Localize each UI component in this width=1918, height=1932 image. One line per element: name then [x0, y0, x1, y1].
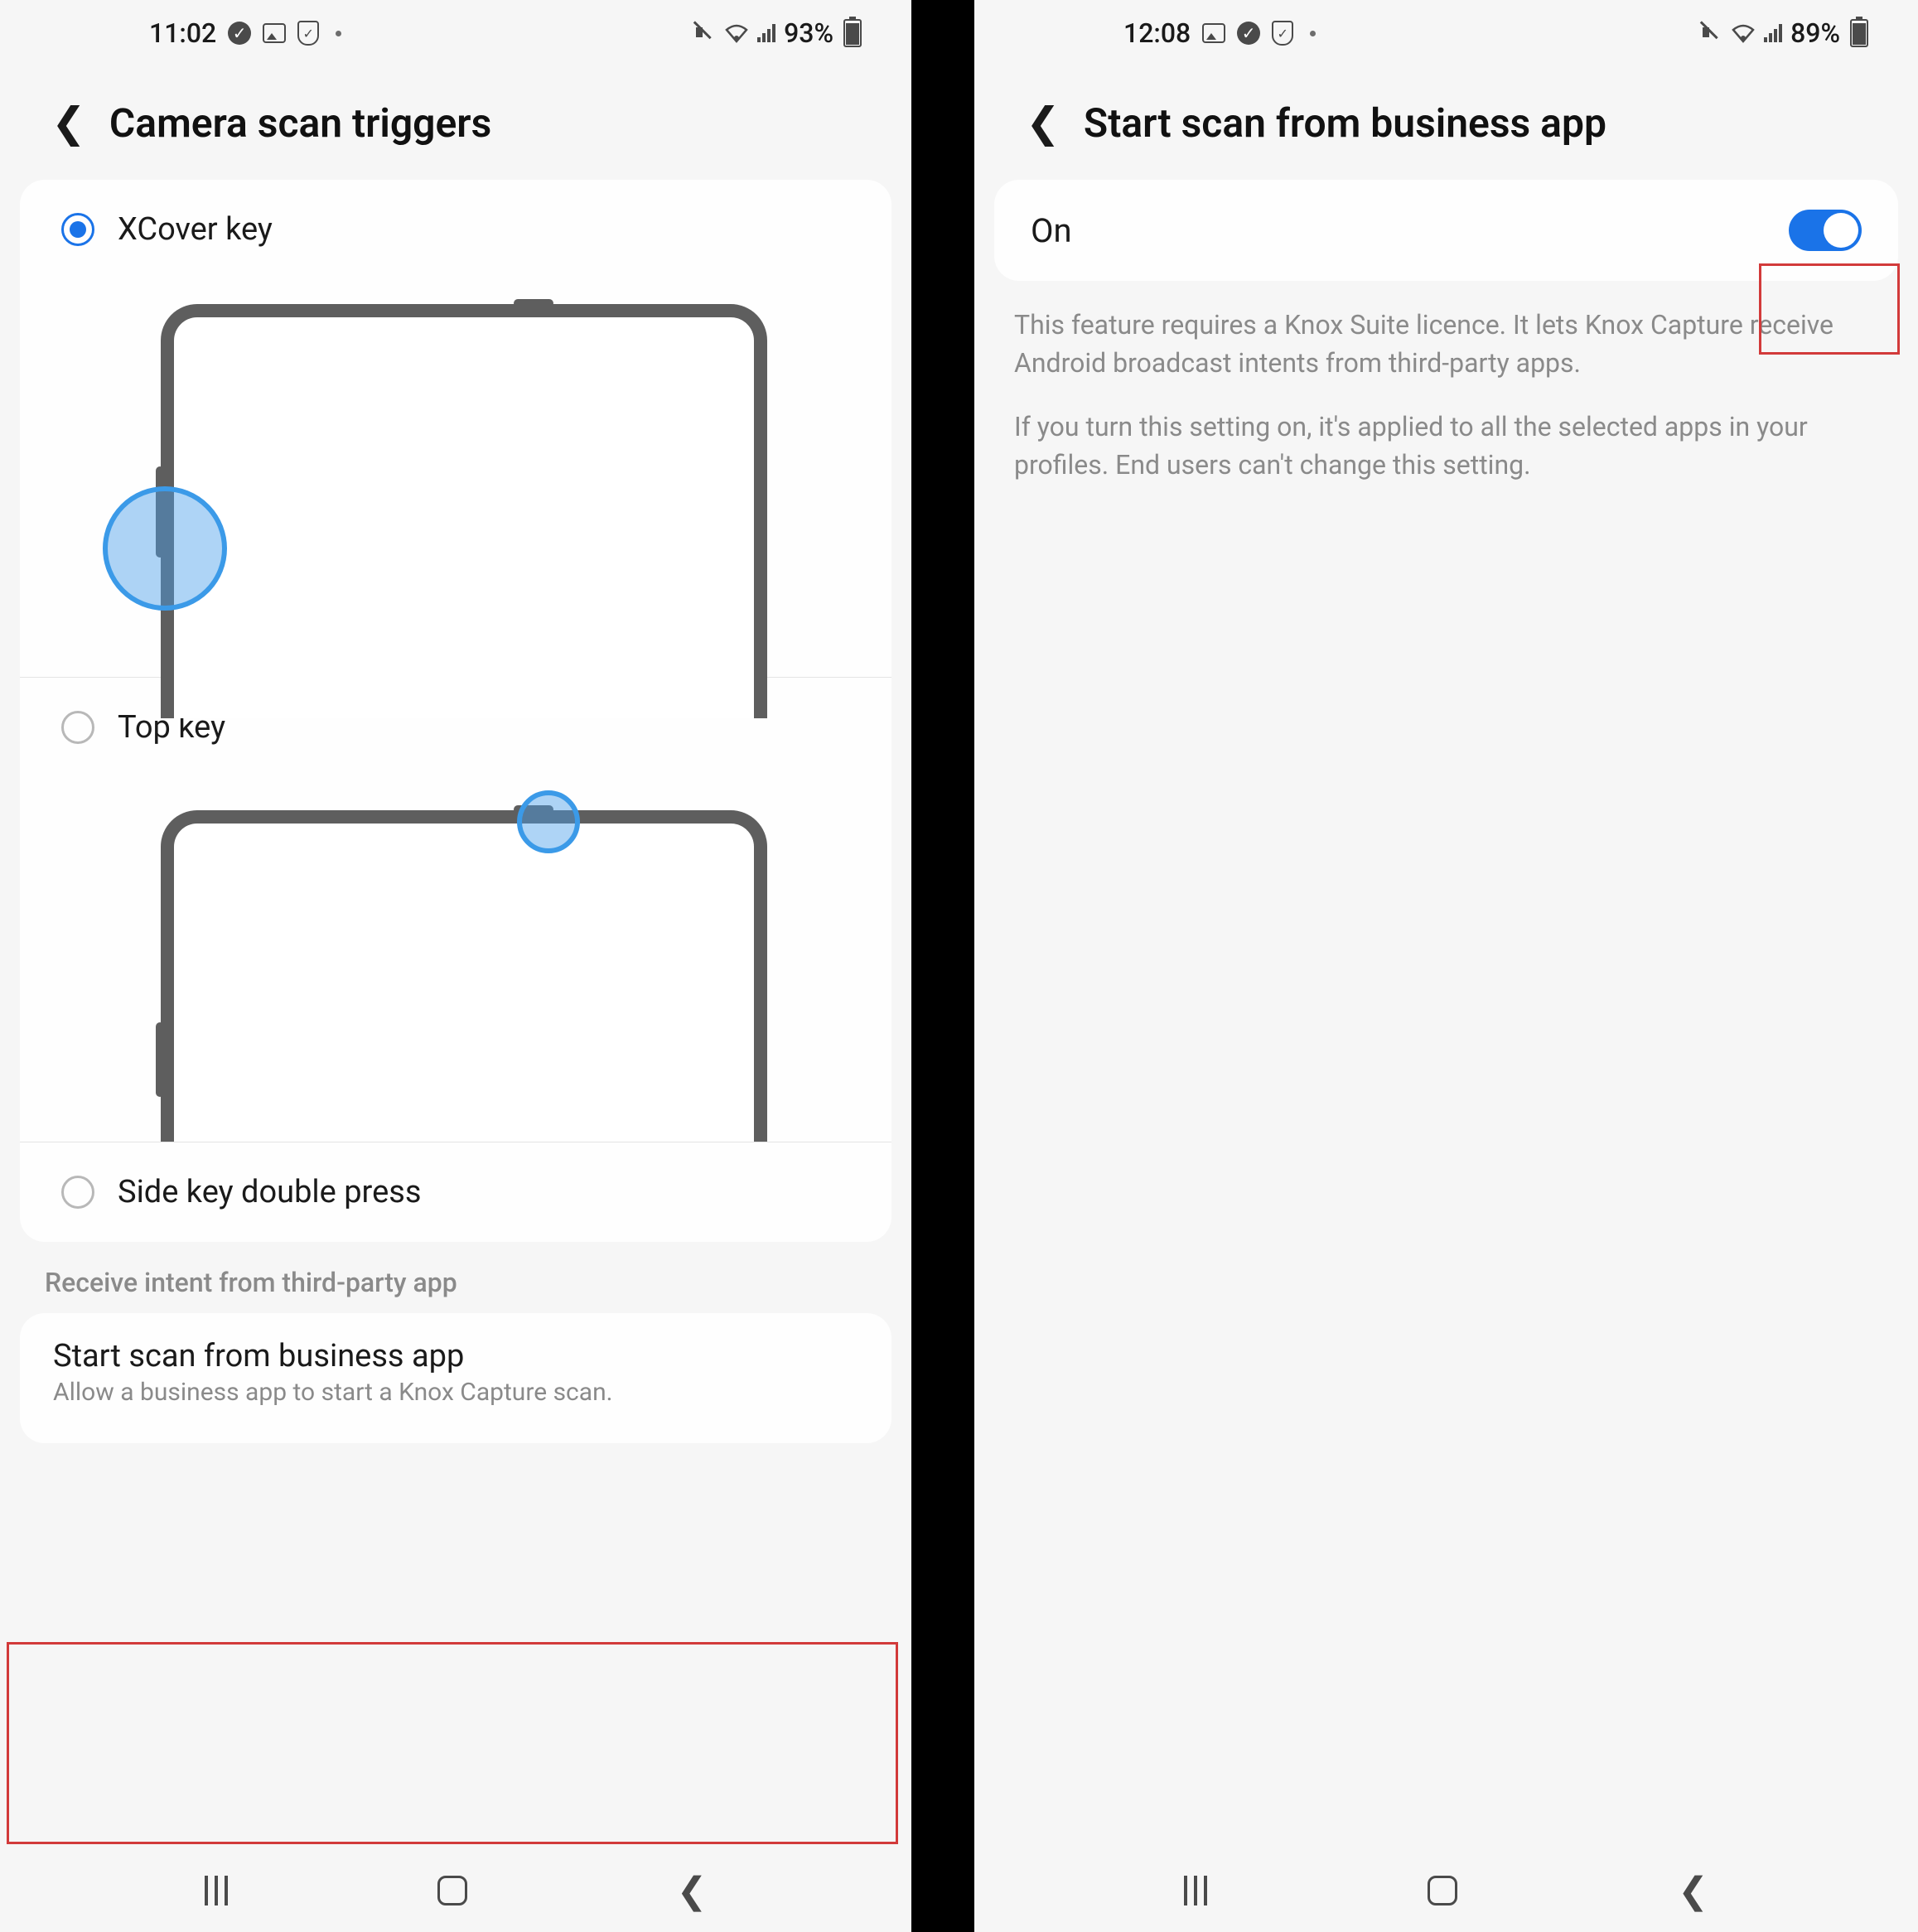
option-label: Side key double press — [118, 1174, 421, 1210]
status-bar: 12:08 ✓ ✓ 89% — [974, 0, 1918, 66]
info-paragraph-1: This feature requires a Knox Suite licen… — [1014, 306, 1878, 383]
screen-start-scan-setting: 12:08 ✓ ✓ 89% ❮ Start scan from business… — [974, 0, 1918, 1932]
status-time: 12:08 — [1123, 17, 1191, 49]
radio-selected-icon — [61, 213, 94, 246]
list-item-title: Start scan from business app — [53, 1338, 858, 1374]
screen-divider — [911, 0, 974, 1932]
more-notifications-dot — [336, 31, 341, 36]
xcover-key-illustration — [20, 279, 891, 677]
signal-icon — [757, 24, 775, 42]
header: ❮ Start scan from business app — [974, 66, 1918, 180]
nav-back-button[interactable]: ❮ — [677, 1869, 708, 1912]
more-notifications-dot — [1310, 31, 1316, 36]
check-icon: ✓ — [1237, 22, 1260, 45]
radio-unselected-icon — [61, 1176, 94, 1209]
nav-home-button[interactable] — [437, 1876, 467, 1905]
signal-icon — [1764, 24, 1782, 42]
wifi-icon — [1731, 23, 1756, 43]
back-button[interactable]: ❮ — [1026, 103, 1060, 144]
shield-icon: ✓ — [1272, 21, 1293, 46]
wifi-icon — [724, 23, 749, 43]
battery-icon — [843, 19, 862, 47]
list-item-subtitle: Allow a business app to start a Knox Cap… — [53, 1378, 858, 1407]
screen-camera-scan-triggers: 11:02 ✓ ✓ 93% ❮ Camera scan triggers XCo… — [0, 0, 911, 1932]
nav-recents-button[interactable] — [1184, 1876, 1207, 1905]
navigation-bar: ❮ — [974, 1849, 1918, 1932]
trigger-options-card: XCover key Top key Side key double press — [20, 180, 891, 1242]
gallery-icon — [263, 23, 286, 43]
section-header-third-party: Receive intent from third-party app — [0, 1242, 911, 1307]
option-label: XCover key — [118, 211, 273, 248]
battery-percent: 89% — [1790, 17, 1840, 49]
highlight-annotation — [7, 1642, 898, 1844]
start-scan-from-business-app-item[interactable]: Start scan from business app Allow a bus… — [20, 1313, 891, 1443]
status-bar: 11:02 ✓ ✓ 93% — [0, 0, 911, 66]
status-time: 11:02 — [149, 17, 216, 49]
page-title: Start scan from business app — [1084, 99, 1606, 147]
page-title: Camera scan triggers — [109, 99, 491, 147]
mute-icon — [694, 22, 716, 44]
mute-icon — [1701, 22, 1722, 44]
info-paragraph-2: If you turn this setting on, it's applie… — [1014, 408, 1878, 485]
gallery-icon — [1202, 23, 1225, 43]
battery-icon — [1850, 19, 1868, 47]
shield-icon: ✓ — [297, 21, 319, 46]
check-icon: ✓ — [228, 22, 251, 45]
master-toggle-row[interactable]: On — [994, 180, 1898, 281]
option-side-key-double-press[interactable]: Side key double press — [20, 1142, 891, 1242]
navigation-bar: ❮ — [0, 1849, 911, 1932]
nav-back-button[interactable]: ❮ — [1678, 1869, 1708, 1912]
nav-recents-button[interactable] — [205, 1876, 228, 1905]
toggle-label: On — [1031, 211, 1072, 250]
info-text: This feature requires a Knox Suite licen… — [974, 281, 1918, 534]
header: ❮ Camera scan triggers — [0, 66, 911, 180]
battery-percent: 93% — [784, 17, 833, 49]
top-key-illustration — [20, 777, 891, 1142]
back-button[interactable]: ❮ — [51, 103, 86, 144]
radio-unselected-icon — [61, 711, 94, 744]
option-xcover-key[interactable]: XCover key — [20, 180, 891, 279]
toggle-switch[interactable] — [1789, 210, 1862, 251]
nav-home-button[interactable] — [1428, 1876, 1457, 1905]
